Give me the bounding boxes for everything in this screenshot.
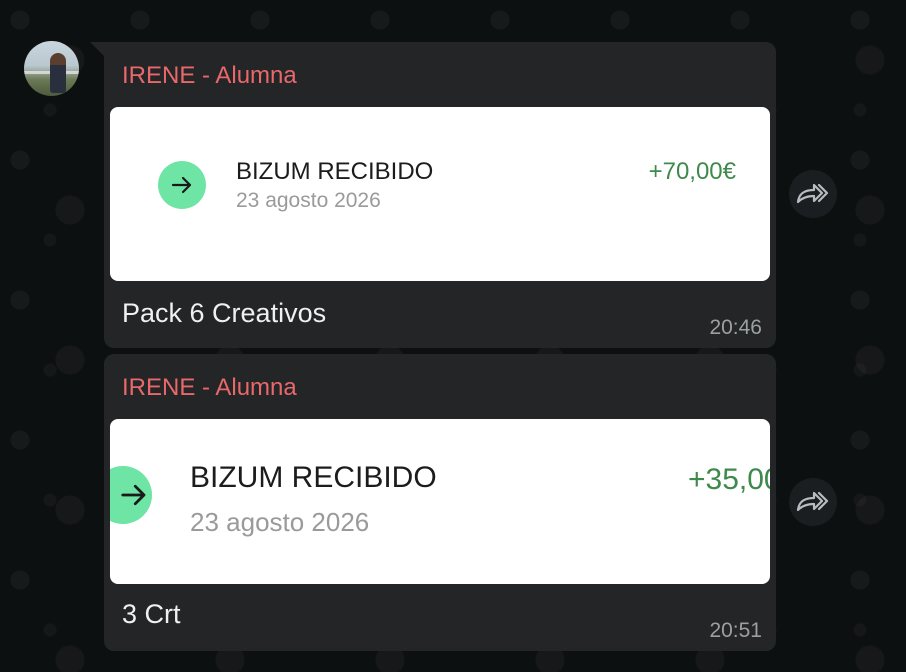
message-time: 20:51 [709,619,762,642]
message-caption: Pack 6 Creativos [122,298,327,328]
forward-icon [796,491,829,512]
payment-screenshot[interactable]: BIZUM RECIBIDO 23 agosto 2026 +35,00 [110,419,770,584]
arrow-right-icon [158,161,206,209]
contact-avatar[interactable] [24,41,79,96]
message-time: 20:46 [709,316,762,339]
message-bubble[interactable]: IRENE - Alumna BIZUM RECIBIDO 23 agosto … [90,42,776,348]
forward-icon [796,183,829,204]
payment-screenshot[interactable]: BIZUM RECIBIDO 23 agosto 2026 +70,00€ [110,107,770,281]
payment-date: 23 agosto 2026 [236,189,381,212]
avatar-person [50,53,66,93]
payment-date: 23 agosto 2026 [190,507,370,537]
sender-name[interactable]: IRENE - Alumna [122,62,297,90]
payment-title: BIZUM RECIBIDO [190,461,437,494]
message-caption: 3 Crt [122,599,181,629]
sender-name[interactable]: IRENE - Alumna [122,374,297,402]
forward-button[interactable] [789,170,837,218]
payment-amount: +35,00 [688,463,770,496]
forward-button[interactable] [789,478,837,526]
payment-amount: +70,00€ [648,158,736,185]
payment-title: BIZUM RECIBIDO [236,158,434,185]
message-bubble[interactable]: IRENE - Alumna BIZUM RECIBIDO 23 agosto … [104,354,776,651]
arrow-right-icon [110,466,152,524]
